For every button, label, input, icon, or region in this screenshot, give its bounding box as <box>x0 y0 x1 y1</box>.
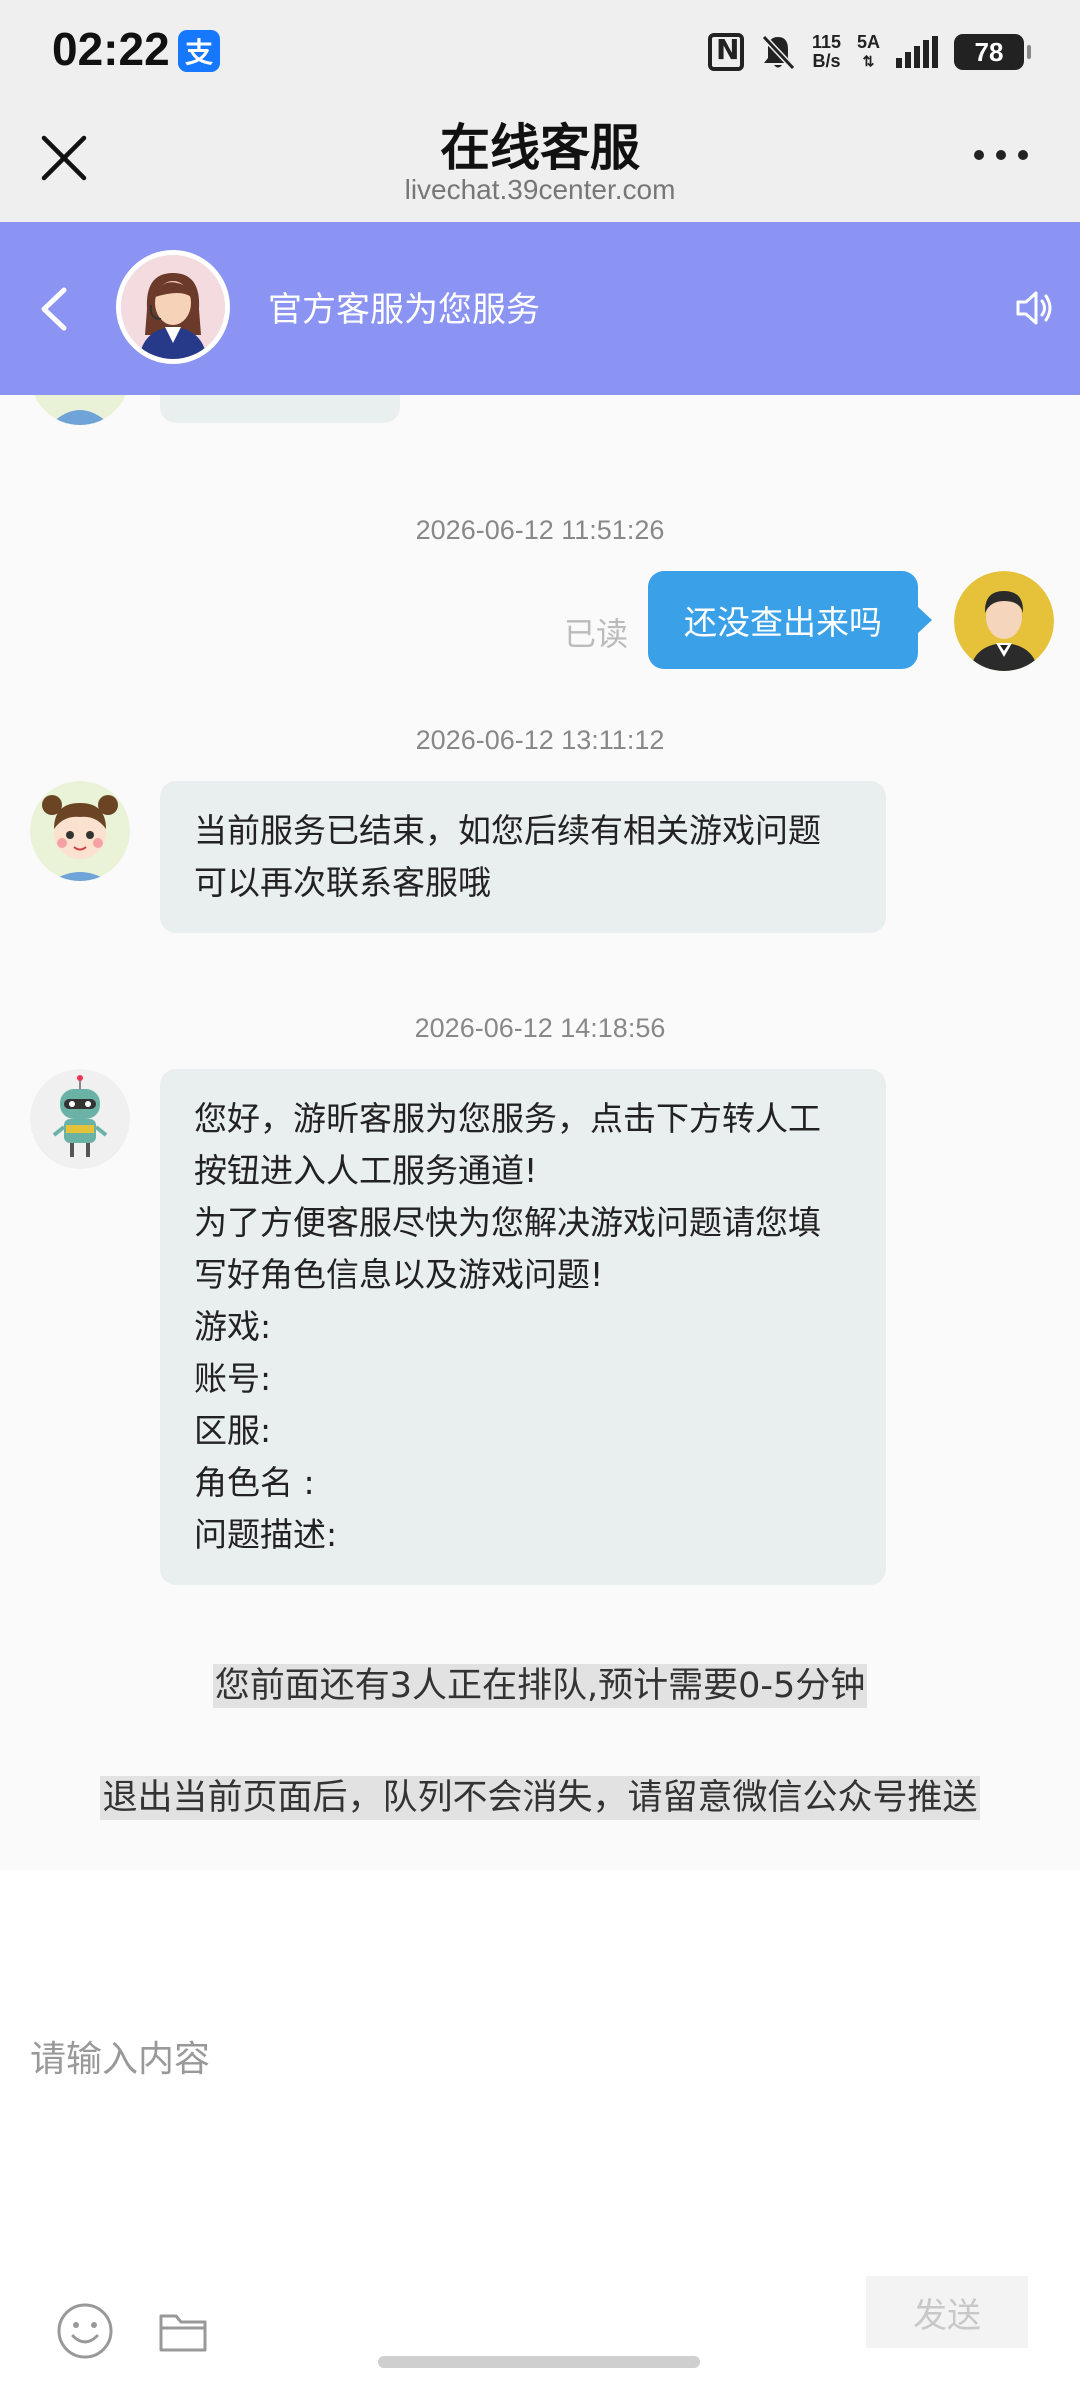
bot-avatar <box>30 1069 130 1169</box>
form-field-account: 账号: <box>194 1359 272 1398</box>
page-title: 在线客服 <box>440 119 640 177</box>
back-icon[interactable] <box>36 284 72 334</box>
signal-icon <box>896 36 938 68</box>
agent-avatar <box>116 250 230 364</box>
message-timestamp: 2026-06-12 11:51:26 <box>415 515 665 545</box>
queue-notice-text: 您前面还有3人正在排队,预计需要0-5分钟 <box>212 1664 868 1708</box>
message-text-line: 为了方便客服尽快为您解决游戏问题请您填 <box>194 1203 821 1242</box>
user-avatar <box>954 571 1054 671</box>
alipay-icon: 支 <box>178 30 220 72</box>
status-time: 02:22 <box>52 23 170 75</box>
send-button[interactable]: 发送 <box>866 2276 1028 2348</box>
agent-girl-avatar <box>30 781 130 881</box>
message-text-line: 按钮进入人工服务通道! <box>194 1151 538 1190</box>
message-timestamp: 2026-06-12 14:18:56 <box>414 1013 666 1043</box>
home-indicator[interactable] <box>378 2356 700 2368</box>
agent-avatar-partial <box>30 395 130 425</box>
status-icons: 115 B/s 5A ⇅ 78 <box>707 28 1031 76</box>
user-message-bubble[interactable]: 还没查出来吗 <box>648 571 932 669</box>
queue-notice: 您前面还有3人正在排队,预计需要0-5分钟 <box>0 1657 1080 1708</box>
exit-notice-text: 退出当前页面后，队列不会消失，请留意微信公众号推送 <box>100 1776 980 1820</box>
folder-icon[interactable] <box>158 2308 208 2354</box>
form-field-problem: 问题描述: <box>194 1515 338 1554</box>
net-speed-unit: B/s <box>812 51 841 71</box>
emoji-icon[interactable] <box>56 2302 114 2360</box>
page-url: livechat.39center.com <box>404 174 676 205</box>
form-field-server: 区服: <box>194 1411 272 1450</box>
bot-message-bubble[interactable]: 您好，游昕客服为您服务，点击下方转人工 按钮进入人工服务通道! 为了方便客服尽快… <box>160 1069 886 1585</box>
network-type-label: 5A <box>856 32 880 52</box>
network-type: 5A ⇅ <box>856 32 880 70</box>
mute-bell-icon <box>761 34 796 71</box>
message-text-line: 当前服务已结束，如您后续有相关游戏问题 <box>194 811 821 850</box>
exit-notice: 退出当前页面后，队列不会消失，请留意微信公众号推送 <box>0 1769 1080 1820</box>
message-text: 还没查出来吗 <box>684 603 882 642</box>
chat-header: 官方客服为您服务 <box>0 222 1080 395</box>
more-options-icon[interactable] <box>974 150 1028 160</box>
net-speed: 115 B/s <box>812 33 841 71</box>
message-timestamp: 2026-06-12 13:11:12 <box>415 725 665 755</box>
service-title: 官方客服为您服务 <box>268 290 540 330</box>
message-text-line: 写好角色信息以及游戏问题! <box>194 1255 604 1294</box>
status-bar: 02:22 支 115 B/s 5A ⇅ 78 <box>0 0 1080 104</box>
message-input[interactable] <box>30 2030 1050 2230</box>
message-text-line: 可以再次联系客服哦 <box>194 863 491 902</box>
browser-title-bar: 在线客服 livechat.39center.com <box>0 104 1080 222</box>
form-field-game: 游戏: <box>194 1307 272 1346</box>
message-composer: 发送 <box>0 1870 1080 2387</box>
message-text-line: 您好，游昕客服为您服务，点击下方转人工 <box>194 1099 821 1138</box>
read-status-label: 已读 <box>563 615 628 653</box>
form-field-role-name: 角色名 : <box>194 1463 315 1502</box>
message-bubble-partial <box>160 395 400 423</box>
nfc-icon <box>707 33 744 71</box>
net-speed-value: 115 <box>811 32 841 52</box>
speaker-icon[interactable] <box>1012 286 1056 330</box>
chat-message-list[interactable]: 2026-06-12 11:51:26 已读 还没查出来吗 2026-06-12… <box>0 395 1080 1870</box>
battery-icon: 78 <box>954 34 1031 70</box>
agent-message-bubble[interactable]: 当前服务已结束，如您后续有相关游戏问题 可以再次联系客服哦 <box>160 781 886 933</box>
